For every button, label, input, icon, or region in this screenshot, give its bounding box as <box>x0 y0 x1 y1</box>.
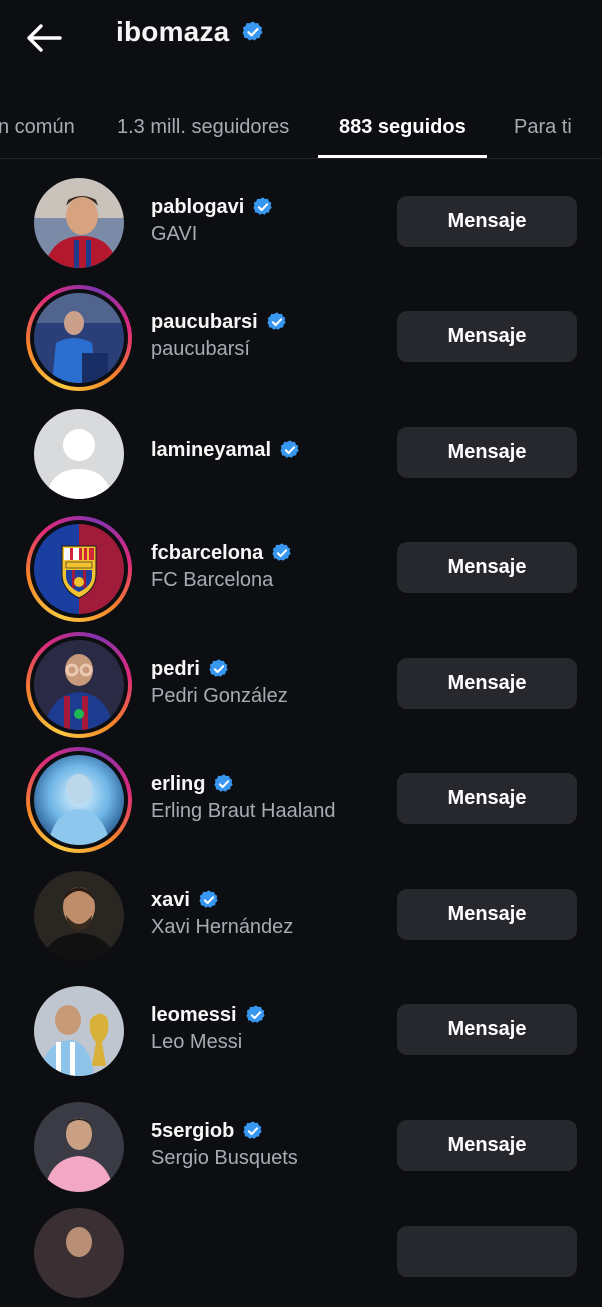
verified-badge-icon <box>208 658 230 680</box>
message-button[interactable]: Mensaje <box>397 658 577 709</box>
avatar-partial[interactable] <box>26 1200 132 1306</box>
account-names: paucubarsi paucubarsí <box>151 309 288 361</box>
avatar-xavi[interactable] <box>26 863 132 969</box>
full-name: Sergio Busquets <box>151 1147 298 1169</box>
avatar-pablogavi[interactable] <box>26 170 132 276</box>
message-button[interactable]: Mensaje <box>397 311 577 362</box>
default-avatar-icon <box>34 409 124 499</box>
account-names: pedri Pedri González <box>151 656 288 708</box>
list-item: xavi Xavi Hernández Mensaje <box>0 855 602 970</box>
list-item-partial <box>0 1192 602 1307</box>
message-button[interactable] <box>397 1226 577 1277</box>
avatar-paucubarsi[interactable] <box>26 285 132 391</box>
list-item: erling Erling Braut Haaland Mensaje <box>0 739 602 854</box>
username[interactable]: pedri <box>151 658 200 681</box>
arrow-left-icon <box>27 24 62 52</box>
list-item: fcbarcelona FC Barcelona Mensaje <box>0 508 602 623</box>
list-item: 5sergiob Sergio Busquets Mensaje <box>0 1086 602 1201</box>
verified-badge-icon <box>242 1120 264 1142</box>
verified-badge-icon <box>266 311 288 333</box>
list-item: pedri Pedri González Mensaje <box>0 624 602 739</box>
account-names: erling Erling Braut Haaland <box>151 771 336 823</box>
avatar-fcbarcelona[interactable] <box>26 516 132 622</box>
avatar-leomessi[interactable] <box>26 978 132 1084</box>
verified-badge-icon <box>252 196 274 218</box>
avatar-image <box>34 1102 124 1192</box>
avatar-image <box>34 986 124 1076</box>
avatar-5sergiob[interactable] <box>26 1094 132 1200</box>
full-name: Leo Messi <box>151 1031 243 1053</box>
username[interactable]: fcbarcelona <box>151 542 263 565</box>
avatar-pedri[interactable] <box>26 632 132 738</box>
username[interactable]: 5sergiob <box>151 1120 234 1143</box>
list-item: pablogavi GAVI Mensaje <box>0 162 602 277</box>
username[interactable]: erling <box>151 773 205 796</box>
follow-tabs: n común 1.3 mill. seguidores 883 seguido… <box>0 96 602 159</box>
verified-badge-icon <box>241 20 265 44</box>
username[interactable]: lamineyamal <box>151 439 271 462</box>
tab-mutual[interactable]: n común <box>0 96 75 158</box>
full-name: Erling Braut Haaland <box>151 800 336 822</box>
message-button[interactable]: Mensaje <box>397 427 577 478</box>
avatar-image <box>34 178 124 268</box>
full-name: Pedri González <box>151 685 288 707</box>
avatar-image <box>34 640 124 730</box>
verified-badge-icon <box>279 439 301 461</box>
full-name: FC Barcelona <box>151 569 274 591</box>
full-name: Xavi Hernández <box>151 916 294 938</box>
verified-badge-icon <box>198 889 220 911</box>
tab-for-you[interactable]: Para ti <box>514 96 572 158</box>
list-item: paucubarsi paucubarsí Mensaje <box>0 277 602 392</box>
page-title: ibomaza <box>116 16 230 47</box>
tab-following[interactable]: 883 seguidos <box>339 96 466 158</box>
message-button[interactable]: Mensaje <box>397 1120 577 1171</box>
avatar-erling[interactable] <box>26 747 132 853</box>
back-button[interactable] <box>22 18 66 58</box>
username[interactable]: leomessi <box>151 1004 237 1027</box>
avatar-image <box>34 755 124 845</box>
verified-badge-icon <box>213 773 235 795</box>
club-crest-icon <box>34 524 124 614</box>
account-names: 5sergiob Sergio Busquets <box>151 1118 298 1170</box>
verified-badge-icon <box>271 542 293 564</box>
account-names: leomessi Leo Messi <box>151 1002 267 1054</box>
list-item: lamineyamal Mensaje <box>0 393 602 508</box>
profile-title: ibomaza <box>116 16 265 48</box>
message-button[interactable]: Mensaje <box>397 542 577 593</box>
message-button[interactable]: Mensaje <box>397 773 577 824</box>
message-button[interactable]: Mensaje <box>397 1004 577 1055</box>
full-name: GAVI <box>151 223 198 245</box>
avatar-image <box>34 871 124 961</box>
username[interactable]: pablogavi <box>151 196 244 219</box>
active-tab-indicator <box>318 155 487 158</box>
avatar-image <box>34 293 124 383</box>
top-bar: ibomaza <box>0 0 602 80</box>
account-names: pablogavi GAVI <box>151 194 274 246</box>
username[interactable]: paucubarsi <box>151 311 258 334</box>
full-name: paucubarsí <box>151 338 250 360</box>
tab-followers[interactable]: 1.3 mill. seguidores <box>117 96 289 158</box>
account-names: fcbarcelona FC Barcelona <box>151 540 293 592</box>
username[interactable]: xavi <box>151 889 190 912</box>
verified-badge-icon <box>245 1004 267 1026</box>
account-names: lamineyamal <box>151 437 301 463</box>
message-button[interactable]: Mensaje <box>397 889 577 940</box>
account-names: xavi Xavi Hernández <box>151 887 293 939</box>
list-item: leomessi Leo Messi Mensaje <box>0 970 602 1085</box>
avatar-lamineyamal[interactable] <box>26 401 132 507</box>
message-button[interactable]: Mensaje <box>397 196 577 247</box>
avatar-image <box>34 1208 124 1298</box>
